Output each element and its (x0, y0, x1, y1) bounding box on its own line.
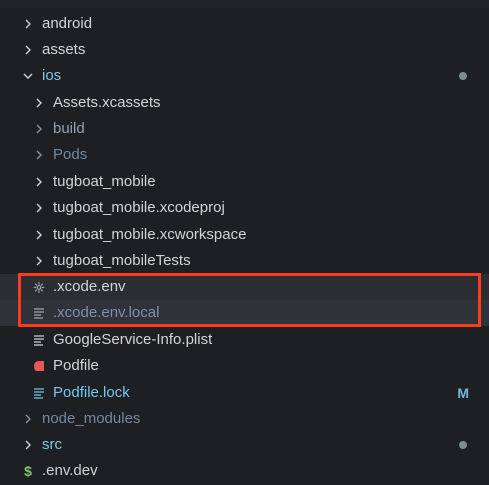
tree-item-build[interactable]: build (0, 116, 489, 142)
tree-item-label: node_modules (42, 410, 141, 427)
tree-item-node-modules[interactable]: node_modules (0, 406, 489, 432)
tree-item-pods[interactable]: Pods (0, 142, 489, 168)
tree-item-tugboat-mobile-xcworkspace[interactable]: tugboat_mobile.xcworkspace (0, 222, 489, 248)
tree-item-podfile[interactable]: Podfile (0, 353, 489, 379)
chevron-down-icon[interactable] (22, 70, 34, 82)
tree-item-assets-xcassets[interactable]: Assets.xcassets (0, 90, 489, 116)
modified-dot-badge (459, 441, 467, 449)
tree-item-label: GoogleService-Info.plist (53, 331, 213, 348)
tree-item-label: build (53, 120, 85, 137)
tree-item-label: .xcode.env.local (53, 304, 160, 321)
tree-item-android[interactable]: android (0, 11, 489, 37)
explorer-top-edge (0, 0, 489, 8)
tree-item-env-dev[interactable]: $ .env.dev (0, 458, 489, 484)
chevron-right-icon[interactable] (33, 202, 45, 214)
chevron-right-icon[interactable] (33, 97, 45, 109)
tree-item-assets[interactable]: assets (0, 37, 489, 63)
modified-badge: M (457, 385, 469, 401)
chevron-right-icon[interactable] (22, 439, 34, 451)
chevron-right-icon[interactable] (33, 176, 45, 188)
tree-item-ios[interactable]: ios (0, 63, 489, 89)
gear-icon (33, 281, 45, 293)
tree-item-label: .xcode.env (53, 278, 126, 295)
tree-item-label: Podfile (53, 357, 99, 374)
tree-item-src[interactable]: src (0, 432, 489, 458)
tree-item-label: ios (42, 67, 62, 84)
chevron-right-icon[interactable] (22, 18, 34, 30)
chevron-right-icon[interactable] (33, 255, 45, 267)
tree-item-xcode-env-local[interactable]: .xcode.env.local (0, 300, 489, 326)
chevron-right-icon[interactable] (22, 44, 34, 56)
tree-item-tugboat-mobile-xcodeproj[interactable]: tugboat_mobile.xcodeproj (0, 195, 489, 221)
tree-item-label: tugboat_mobile.xcworkspace (53, 226, 247, 243)
modified-dot-badge (459, 72, 467, 80)
tree-item-xcode-env[interactable]: .xcode.env (0, 274, 489, 300)
tree-item-label: Podfile.lock (53, 384, 130, 401)
tree-item-label: tugboat_mobile (53, 173, 156, 190)
tree-item-tugboat-mobile[interactable]: tugboat_mobile (0, 169, 489, 195)
lines-icon (33, 307, 45, 319)
chevron-right-icon[interactable] (22, 413, 34, 425)
tree-item-label: Assets.xcassets (53, 94, 161, 111)
tree-item-label: assets (42, 41, 86, 58)
tree-item-label: tugboat_mobileTests (53, 252, 191, 269)
tree-item-label: src (42, 436, 62, 453)
tree-item-label: .env.dev (42, 462, 98, 479)
tree-item-podfile-lock[interactable]: Podfile.lock M (0, 380, 489, 406)
tree-item-label: android (42, 15, 93, 32)
tree-item-label: tugboat_mobile.xcodeproj (53, 199, 225, 216)
ruby-icon (33, 360, 45, 372)
lines-icon (33, 387, 45, 399)
chevron-right-icon[interactable] (33, 123, 45, 135)
chevron-right-icon[interactable] (33, 149, 45, 161)
lines-icon (33, 334, 45, 346)
tree-item-label: Pods (53, 146, 88, 163)
dollar-icon: $ (24, 463, 32, 479)
file-explorer: android assets ios Assets.xcassets build… (0, 0, 489, 485)
tree-item-google-service-info[interactable]: GoogleService-Info.plist (0, 327, 489, 353)
tree-item-tugboat-mobile-tests[interactable]: tugboat_mobileTests (0, 248, 489, 274)
chevron-right-icon[interactable] (33, 229, 45, 241)
